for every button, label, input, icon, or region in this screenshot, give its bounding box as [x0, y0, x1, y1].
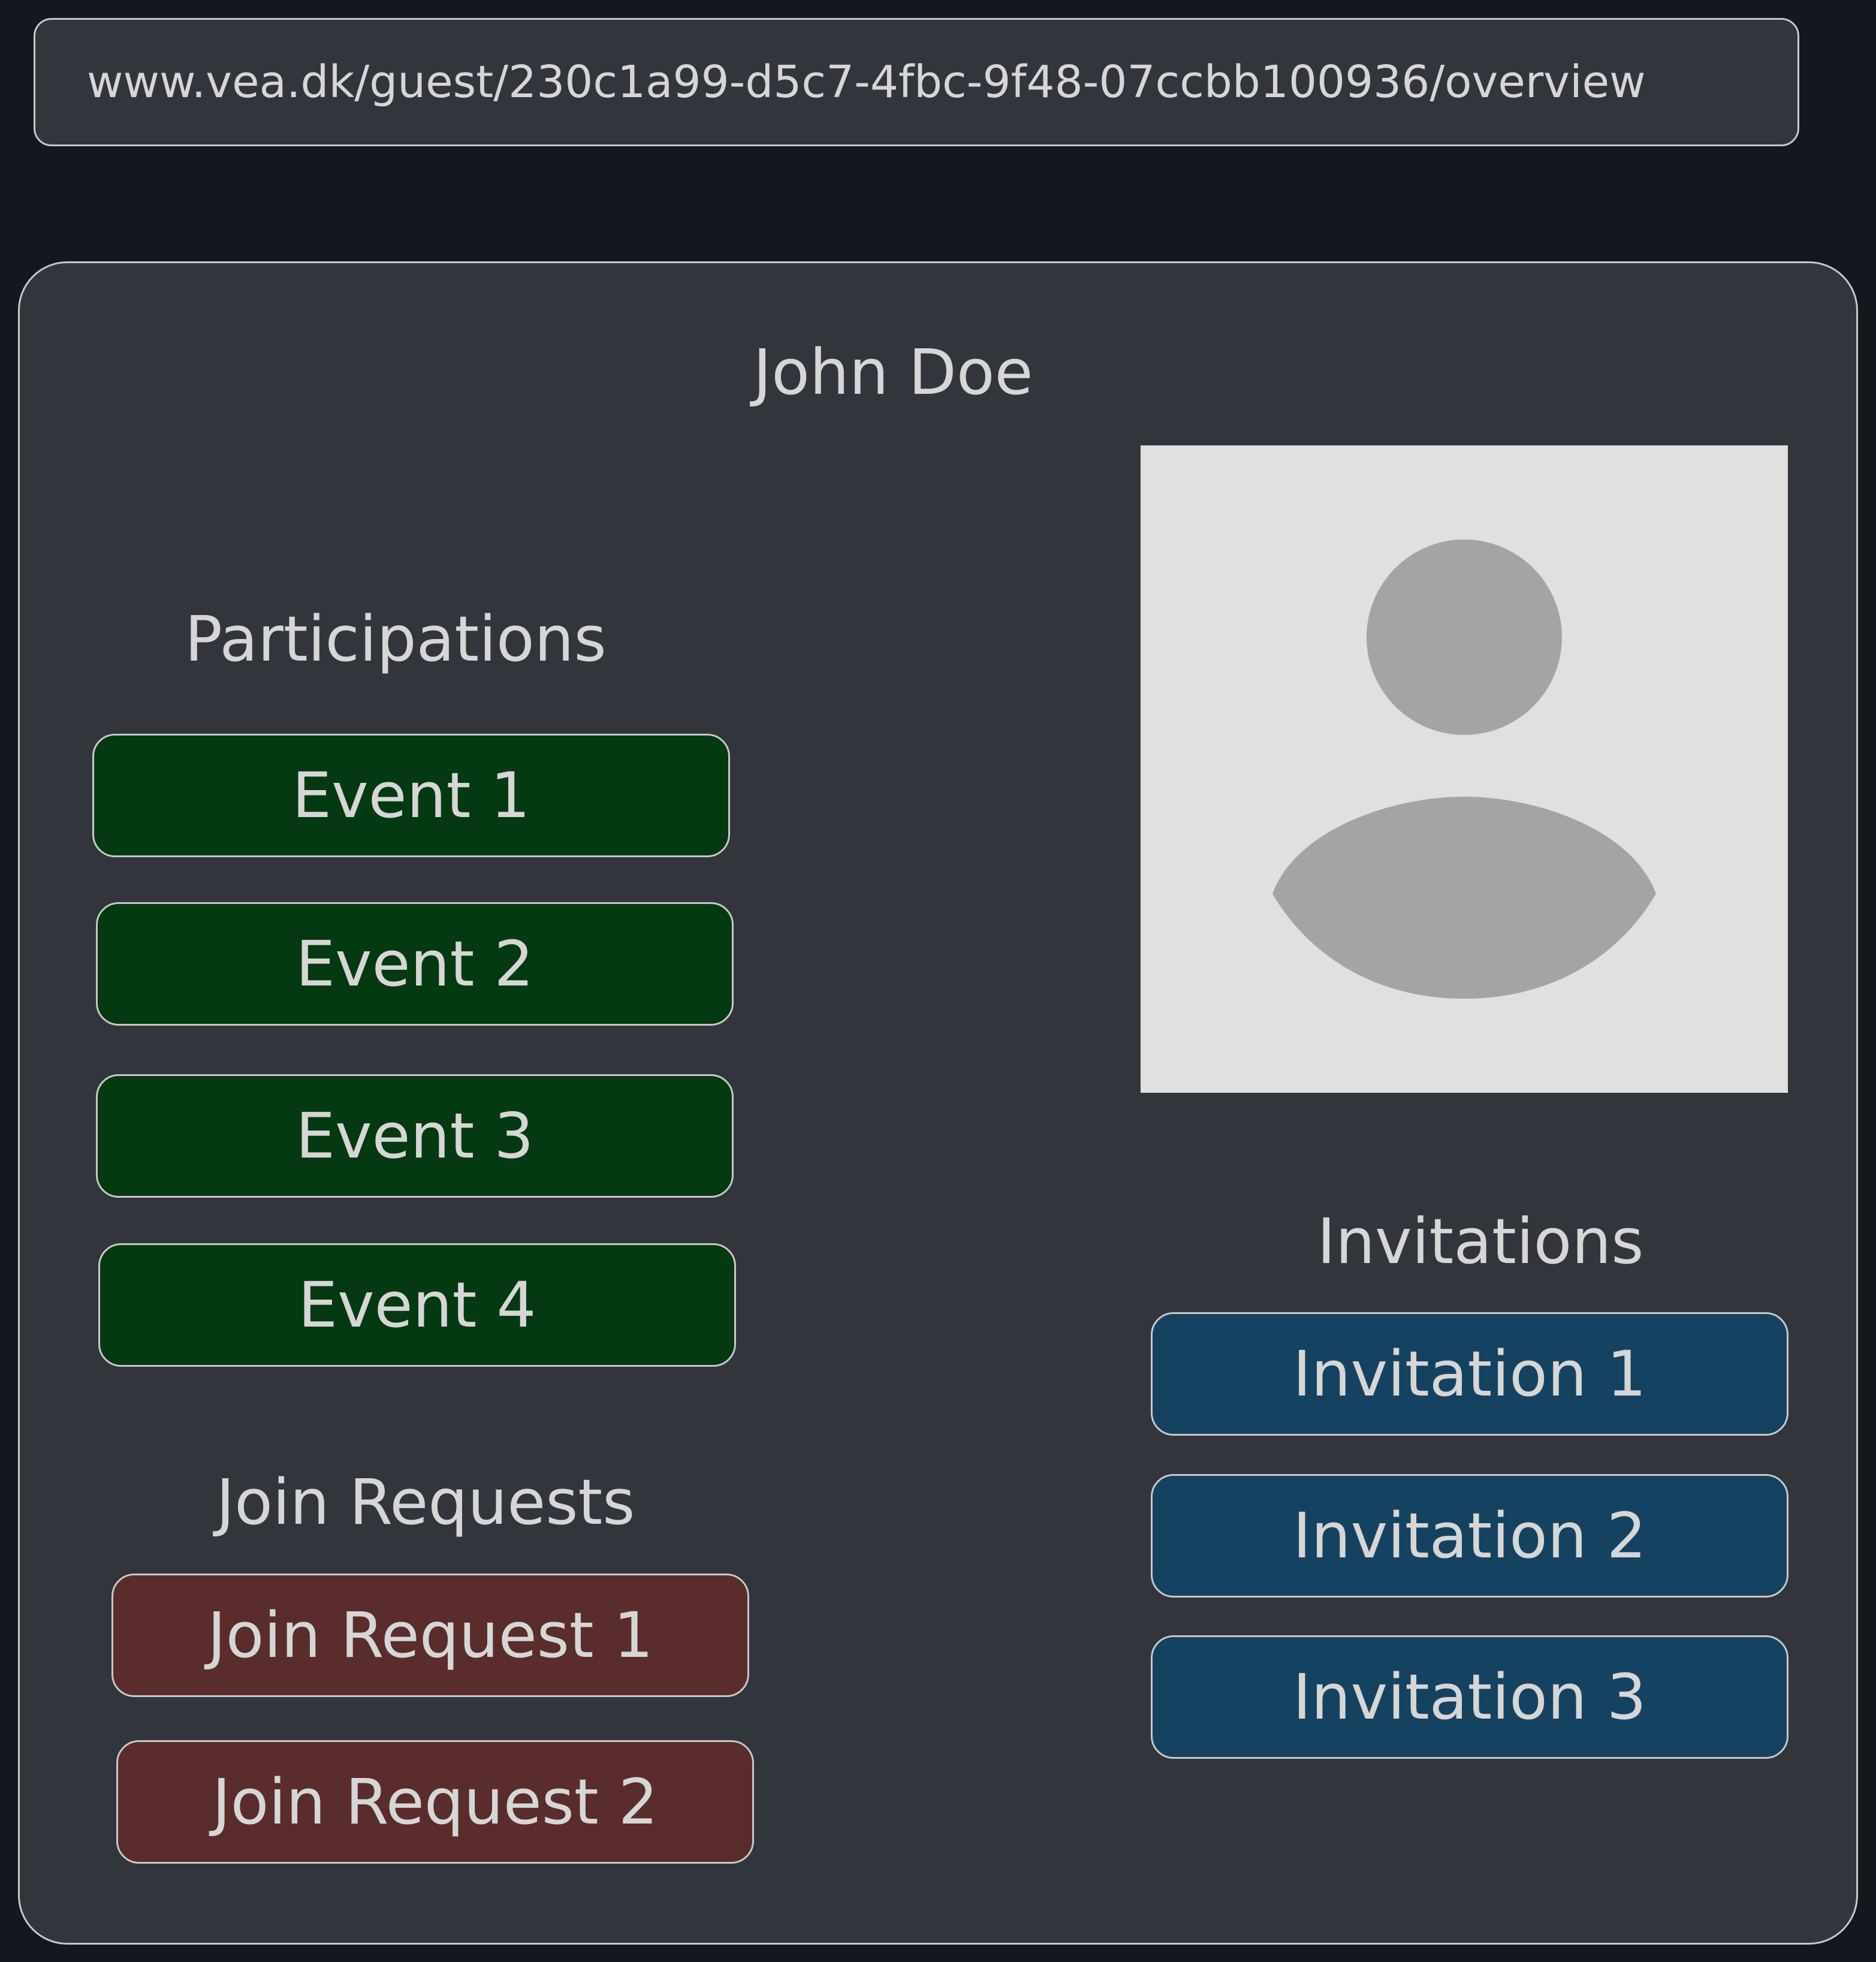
event-button-4[interactable]: Event 4 — [98, 1243, 736, 1367]
user-name: John Doe — [753, 336, 1033, 409]
event-button-3[interactable]: Event 3 — [96, 1074, 734, 1198]
address-bar[interactable]: www.vea.dk/guest/230c1a99-d5c7-4fbc-9f48… — [34, 18, 1799, 146]
participations-heading: Participations — [185, 602, 607, 676]
url-text: www.vea.dk/guest/230c1a99-d5c7-4fbc-9f48… — [87, 56, 1646, 108]
avatar-head-shape — [1367, 540, 1562, 735]
invitations-heading: Invitations — [1317, 1205, 1644, 1278]
avatar — [1141, 445, 1788, 1093]
join-request-label: Join Request 1 — [207, 1599, 653, 1672]
event-button-2[interactable]: Event 2 — [96, 902, 734, 1026]
join-request-button-2[interactable]: Join Request 2 — [116, 1740, 754, 1864]
join-request-label: Join Request 2 — [212, 1765, 658, 1839]
event-label: Event 1 — [292, 759, 530, 832]
invitation-button-2[interactable]: Invitation 2 — [1151, 1474, 1788, 1598]
event-label: Event 2 — [295, 927, 534, 1000]
invitation-label: Invitation 1 — [1293, 1337, 1646, 1411]
invitation-label: Invitation 3 — [1293, 1660, 1646, 1734]
avatar-body-shape — [1272, 797, 1656, 999]
event-button-1[interactable]: Event 1 — [92, 734, 730, 857]
event-label: Event 4 — [298, 1268, 536, 1342]
invitation-button-1[interactable]: Invitation 1 — [1151, 1312, 1788, 1436]
join-requests-heading: Join Requests — [216, 1466, 635, 1539]
event-label: Event 3 — [295, 1099, 534, 1173]
invitation-button-3[interactable]: Invitation 3 — [1151, 1635, 1788, 1759]
join-request-button-1[interactable]: Join Request 1 — [111, 1574, 749, 1697]
user-silhouette-icon — [1272, 540, 1656, 999]
invitation-label: Invitation 2 — [1293, 1499, 1646, 1572]
